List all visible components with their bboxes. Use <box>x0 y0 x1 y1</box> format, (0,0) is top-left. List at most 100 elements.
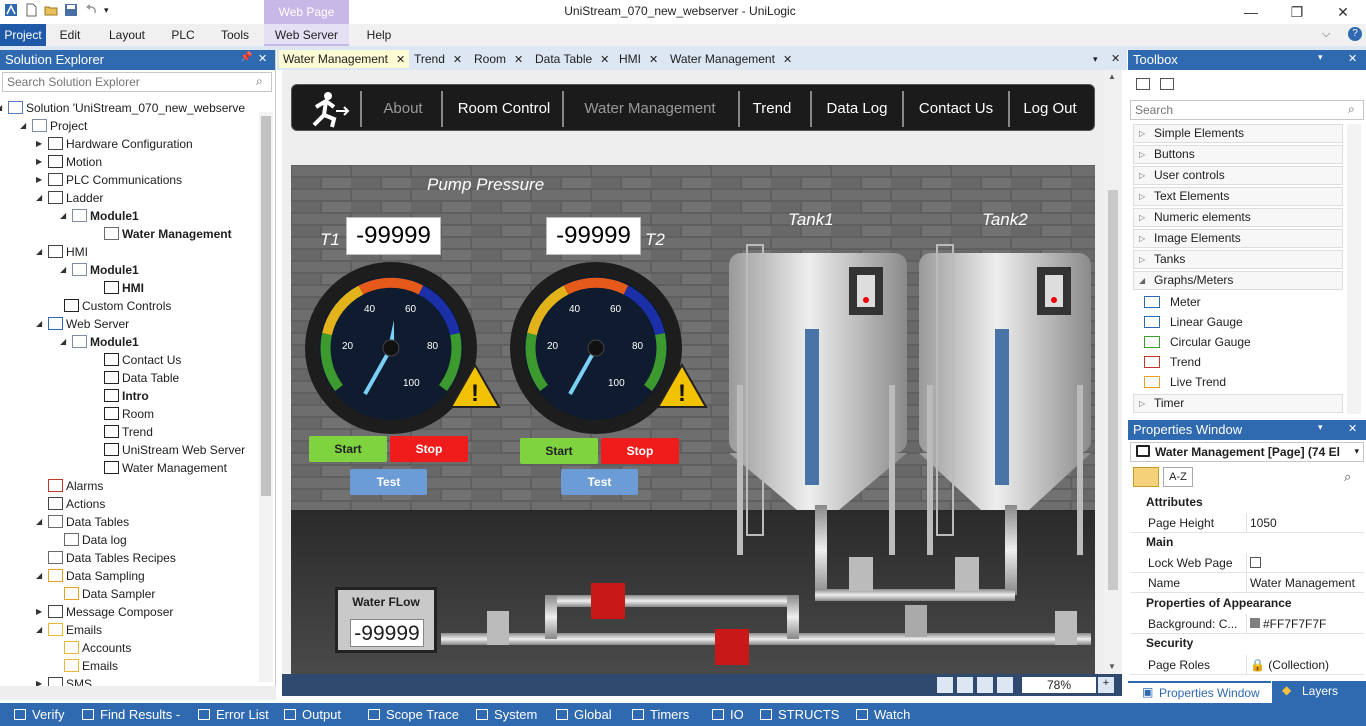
prop-page-roles[interactable]: Page Roles 🔒 (Collection) <box>1130 655 1364 675</box>
canvas-scroll-thumb[interactable] <box>1108 190 1118 590</box>
bottom-tab-scope-trace[interactable]: Scope Trace <box>368 703 459 726</box>
collapse-icon[interactable]: ◢ <box>36 189 42 207</box>
menu-edit[interactable]: Edit <box>52 24 88 46</box>
bottom-tab-global[interactable]: Global <box>556 703 612 726</box>
bottom-tab-watch[interactable]: Watch <box>856 703 910 726</box>
prop-page-height[interactable]: Page Height 1050 <box>1130 513 1364 533</box>
section-security[interactable]: Security <box>1130 634 1364 652</box>
prop-value[interactable] <box>1246 553 1364 573</box>
collapse-icon[interactable]: ◢ <box>36 567 42 585</box>
chevron-down-icon[interactable]: ▾ <box>1354 446 1359 457</box>
minimize-button[interactable]: — <box>1228 0 1274 24</box>
toolbox-category[interactable]: ▷ Image Elements <box>1133 229 1343 248</box>
stop-button-t2[interactable]: Stop <box>601 438 679 464</box>
menu-web-server[interactable]: Web Server <box>264 24 349 46</box>
start-button-t1[interactable]: Start <box>309 436 387 462</box>
toolbox-view-icon[interactable] <box>1136 78 1150 90</box>
exit-runner-icon[interactable] <box>306 89 350 129</box>
close-tab-icon[interactable]: ✕ <box>514 54 523 66</box>
collapse-icon[interactable]: ◢ <box>0 99 2 117</box>
zoom-level[interactable]: 78% <box>1022 677 1096 693</box>
tree-horizontal-scrollbar[interactable] <box>0 686 276 700</box>
zoom-in-icon[interactable]: + <box>1098 677 1114 693</box>
close-panel-icon[interactable]: ✕ <box>1348 422 1357 435</box>
close-tab-icon[interactable]: ✕ <box>783 54 792 66</box>
close-button[interactable]: ✕ <box>1320 0 1366 24</box>
expand-icon[interactable]: ▷ <box>1139 188 1145 205</box>
bottom-tab-error-list[interactable]: Error List <box>198 703 269 726</box>
tab-layers[interactable]: ◆ Layers <box>1272 681 1366 703</box>
help-icon[interactable]: ? <box>1348 27 1362 41</box>
test-button-t1[interactable]: Test <box>350 469 427 495</box>
close-document-icon[interactable]: ✕ <box>1107 50 1124 68</box>
expand-icon[interactable]: ▷ <box>1139 146 1145 163</box>
toolbox-category[interactable]: ▷ Simple Elements <box>1133 124 1343 143</box>
prop-value[interactable]: #FF7F7F7F <box>1246 614 1364 634</box>
menu-plc[interactable]: PLC <box>166 24 200 46</box>
start-button-t2[interactable]: Start <box>520 438 598 464</box>
collapse-icon[interactable]: ◢ <box>20 117 26 135</box>
expand-icon[interactable]: ▷ <box>1139 230 1145 247</box>
tab-trend[interactable]: Trend ✕ <box>410 50 466 68</box>
collapse-icon[interactable]: ◢ <box>36 243 42 261</box>
search-icon[interactable]: ⌕ <box>1344 469 1351 485</box>
nav-trend[interactable]: Trend <box>742 85 802 132</box>
toolbox-category[interactable]: ▷ Buttons <box>1133 145 1343 164</box>
bottom-tab-system[interactable]: System <box>476 703 537 726</box>
alphabetical-button[interactable]: A-Z <box>1163 467 1193 487</box>
toolbox-category[interactable]: ▷ Text Elements <box>1133 187 1343 206</box>
bottom-tab-io[interactable]: IO <box>712 703 744 726</box>
fit-width-icon[interactable] <box>977 677 993 693</box>
collapse-icon[interactable]: ◢ <box>36 513 42 531</box>
pin-icon[interactable]: 📌 <box>240 52 252 63</box>
expand-icon[interactable]: ▷ <box>1139 251 1145 268</box>
close-panel-icon[interactable]: ✕ <box>1348 52 1357 65</box>
expand-icon[interactable]: ▷ <box>1139 395 1145 412</box>
bottom-tab-structs[interactable]: STRUCTS <box>760 703 839 726</box>
toolbox-search-input[interactable] <box>1130 100 1364 120</box>
nav-log-out[interactable]: Log Out <box>1012 85 1088 132</box>
toolbox-sort-icon[interactable] <box>1160 78 1174 90</box>
object-selector[interactable]: Water Management [Page] (74 El ▾ <box>1130 442 1364 462</box>
toolbox-category[interactable]: ▷ Tanks <box>1133 250 1343 269</box>
prop-lock-web-page[interactable]: Lock Web Page <box>1130 553 1364 573</box>
section-main[interactable]: Main <box>1130 533 1364 551</box>
nav-water-management[interactable]: Water Management <box>566 85 734 132</box>
toolbox-item[interactable]: Meter <box>1144 293 1201 311</box>
new-file-icon[interactable] <box>24 3 38 17</box>
tree-scroll-thumb[interactable] <box>261 116 271 496</box>
toolbox-scrollbar[interactable] <box>1347 124 1361 414</box>
prop-background[interactable]: Background: C... #FF7F7F7F <box>1130 614 1364 634</box>
expand-icon[interactable]: ▶ <box>36 171 42 189</box>
t1-value-display[interactable]: -99999 <box>346 217 441 255</box>
toolbox-item[interactable]: Linear Gauge <box>1144 313 1243 331</box>
menu-help[interactable]: Help <box>362 24 396 46</box>
toolbox-item[interactable]: Circular Gauge <box>1144 333 1251 351</box>
nav-data-log[interactable]: Data Log <box>814 85 900 132</box>
open-folder-icon[interactable] <box>44 3 58 17</box>
undo-icon[interactable] <box>84 3 98 17</box>
toolbox-category[interactable]: ▷ Timer <box>1133 394 1343 413</box>
tab-water-management-2[interactable]: Water Management ✕ <box>666 50 796 68</box>
toolbox-category[interactable]: ◢ Graphs/Meters <box>1133 271 1343 290</box>
scroll-up-icon[interactable]: ▲ <box>1108 72 1116 81</box>
tab-properties-window[interactable]: ▣ Properties Window <box>1128 681 1271 703</box>
expand-icon[interactable]: ▷ <box>1139 167 1145 184</box>
collapse-icon[interactable]: ◢ <box>1139 272 1145 289</box>
prop-value[interactable]: Water Management <box>1246 573 1364 593</box>
zoom-out-icon[interactable] <box>997 677 1013 693</box>
close-tab-icon[interactable]: ✕ <box>453 54 462 66</box>
tab-hmi[interactable]: HMI ✕ <box>615 50 662 68</box>
pin-icon[interactable]: ▾ <box>1318 422 1323 433</box>
section-appearance[interactable]: Properties of Appearance <box>1130 594 1364 612</box>
prop-name[interactable]: Name Water Management <box>1130 573 1364 593</box>
menu-tools[interactable]: Tools <box>216 24 254 46</box>
expand-icon[interactable]: ▷ <box>1139 209 1145 226</box>
expand-icon[interactable]: ▶ <box>36 135 42 153</box>
menu-layout[interactable]: Layout <box>104 24 150 46</box>
collapse-icon[interactable]: ◢ <box>36 315 42 333</box>
bottom-tab-timers[interactable]: Timers <box>632 703 689 726</box>
collapse-icon[interactable]: ◢ <box>60 261 66 279</box>
maximize-button[interactable]: ❐ <box>1274 0 1320 24</box>
collapse-icon[interactable]: ◢ <box>60 207 66 225</box>
